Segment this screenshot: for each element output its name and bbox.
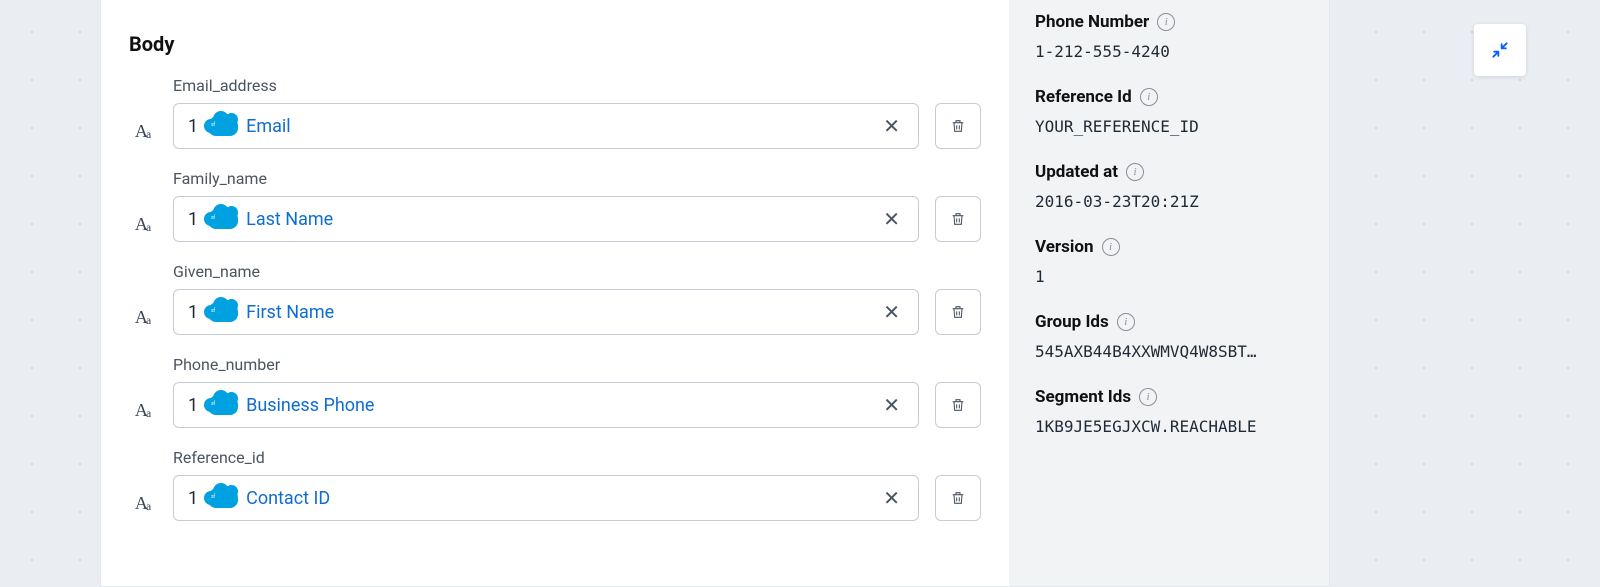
field-label: Family_name xyxy=(173,169,981,188)
text-type-icon: Aa xyxy=(129,484,157,512)
field-row: Aa 1 sf Business Phone ✕ xyxy=(129,382,981,428)
text-type-icon: Aa xyxy=(129,112,157,140)
meta-block: Group Ids i 545AXB44B4XXWMVQ4W8SBT… xyxy=(1035,312,1303,361)
collapse-icon xyxy=(1490,40,1510,60)
meta-label: Group Ids xyxy=(1035,312,1109,332)
trash-icon xyxy=(950,396,966,414)
pill-value: Last Name xyxy=(246,209,879,230)
main-panel: Body Email_address Aa 1 sf Email ✕ xyxy=(100,0,1330,587)
pill-value: Business Phone xyxy=(246,395,879,416)
meta-value: 1KB9JE5EGJXCW.REACHABLE xyxy=(1035,417,1303,436)
field-row: Aa 1 sf Contact ID ✕ xyxy=(129,475,981,521)
delete-button[interactable] xyxy=(935,382,981,428)
field-label: Given_name xyxy=(173,262,981,281)
meta-label: Version xyxy=(1035,237,1094,257)
pill-index: 1 xyxy=(188,488,198,509)
delete-button[interactable] xyxy=(935,475,981,521)
meta-block: Version i 1 xyxy=(1035,237,1303,286)
pill-value: Contact ID xyxy=(246,488,879,509)
field-block: Phone_number Aa 1 sf Business Phone ✕ xyxy=(129,355,981,428)
trash-icon xyxy=(950,489,966,507)
salesforce-icon: sf xyxy=(208,302,238,322)
info-icon[interactable]: i xyxy=(1139,388,1157,406)
info-icon[interactable]: i xyxy=(1117,313,1135,331)
mapping-input[interactable]: 1 sf Last Name ✕ xyxy=(173,196,919,242)
meta-value: 1-212-555-4240 xyxy=(1035,42,1303,61)
trash-icon xyxy=(950,210,966,228)
meta-block: Segment Ids i 1KB9JE5EGJXCW.REACHABLE xyxy=(1035,387,1303,436)
pill-index: 1 xyxy=(188,395,198,416)
clear-icon[interactable]: ✕ xyxy=(879,207,904,232)
field-block: Family_name Aa 1 sf Last Name ✕ xyxy=(129,169,981,242)
salesforce-icon: sf xyxy=(208,395,238,415)
field-row: Aa 1 sf Email ✕ xyxy=(129,103,981,149)
clear-icon[interactable]: ✕ xyxy=(879,300,904,325)
info-icon[interactable]: i xyxy=(1140,88,1158,106)
collapse-button[interactable] xyxy=(1474,24,1526,76)
section-title: Body xyxy=(129,32,981,56)
mapping-input[interactable]: 1 sf Contact ID ✕ xyxy=(173,475,919,521)
clear-icon[interactable]: ✕ xyxy=(879,114,904,139)
field-block: Given_name Aa 1 sf First Name ✕ xyxy=(129,262,981,335)
meta-value: 545AXB44B4XXWMVQ4W8SBT… xyxy=(1035,342,1303,361)
delete-button[interactable] xyxy=(935,196,981,242)
salesforce-icon: sf xyxy=(208,488,238,508)
field-label: Reference_id xyxy=(173,448,981,467)
meta-block: Updated at i 2016-03-23T20:21Z xyxy=(1035,162,1303,211)
field-label: Phone_number xyxy=(173,355,981,374)
field-block: Reference_id Aa 1 sf Contact ID ✕ xyxy=(129,448,981,521)
meta-label: Updated at xyxy=(1035,162,1118,182)
delete-button[interactable] xyxy=(935,289,981,335)
meta-value: 1 xyxy=(1035,267,1303,286)
field-label: Email_address xyxy=(173,76,981,95)
salesforce-icon: sf xyxy=(208,209,238,229)
meta-block: Phone Number i 1-212-555-4240 xyxy=(1035,12,1303,61)
body-section: Body Email_address Aa 1 sf Email ✕ xyxy=(101,0,1009,586)
salesforce-icon: sf xyxy=(208,116,238,136)
mapping-input[interactable]: 1 sf First Name ✕ xyxy=(173,289,919,335)
pill-index: 1 xyxy=(188,209,198,230)
clear-icon[interactable]: ✕ xyxy=(879,486,904,511)
trash-icon xyxy=(950,303,966,321)
mapping-input[interactable]: 1 sf Email ✕ xyxy=(173,103,919,149)
meta-value: YOUR_REFERENCE_ID xyxy=(1035,117,1303,136)
meta-label: Reference Id xyxy=(1035,87,1132,107)
info-icon[interactable]: i xyxy=(1126,163,1144,181)
mapping-input[interactable]: 1 sf Business Phone ✕ xyxy=(173,382,919,428)
info-icon[interactable]: i xyxy=(1102,238,1120,256)
info-icon[interactable]: i xyxy=(1157,13,1175,31)
text-type-icon: Aa xyxy=(129,391,157,419)
meta-value: 2016-03-23T20:21Z xyxy=(1035,192,1303,211)
trash-icon xyxy=(950,117,966,135)
meta-block: Reference Id i YOUR_REFERENCE_ID xyxy=(1035,87,1303,136)
clear-icon[interactable]: ✕ xyxy=(879,393,904,418)
field-row: Aa 1 sf Last Name ✕ xyxy=(129,196,981,242)
text-type-icon: Aa xyxy=(129,205,157,233)
field-block: Email_address Aa 1 sf Email ✕ xyxy=(129,76,981,149)
pill-index: 1 xyxy=(188,116,198,137)
pill-index: 1 xyxy=(188,302,198,323)
meta-label: Phone Number xyxy=(1035,12,1149,32)
pill-value: Email xyxy=(246,116,879,137)
pill-value: First Name xyxy=(246,302,879,323)
meta-label: Segment Ids xyxy=(1035,387,1131,407)
metadata-panel: Phone Number i 1-212-555-4240 Reference … xyxy=(1009,0,1329,586)
delete-button[interactable] xyxy=(935,103,981,149)
text-type-icon: Aa xyxy=(129,298,157,326)
canvas-background: Body Email_address Aa 1 sf Email ✕ xyxy=(0,0,1600,587)
field-row: Aa 1 sf First Name ✕ xyxy=(129,289,981,335)
